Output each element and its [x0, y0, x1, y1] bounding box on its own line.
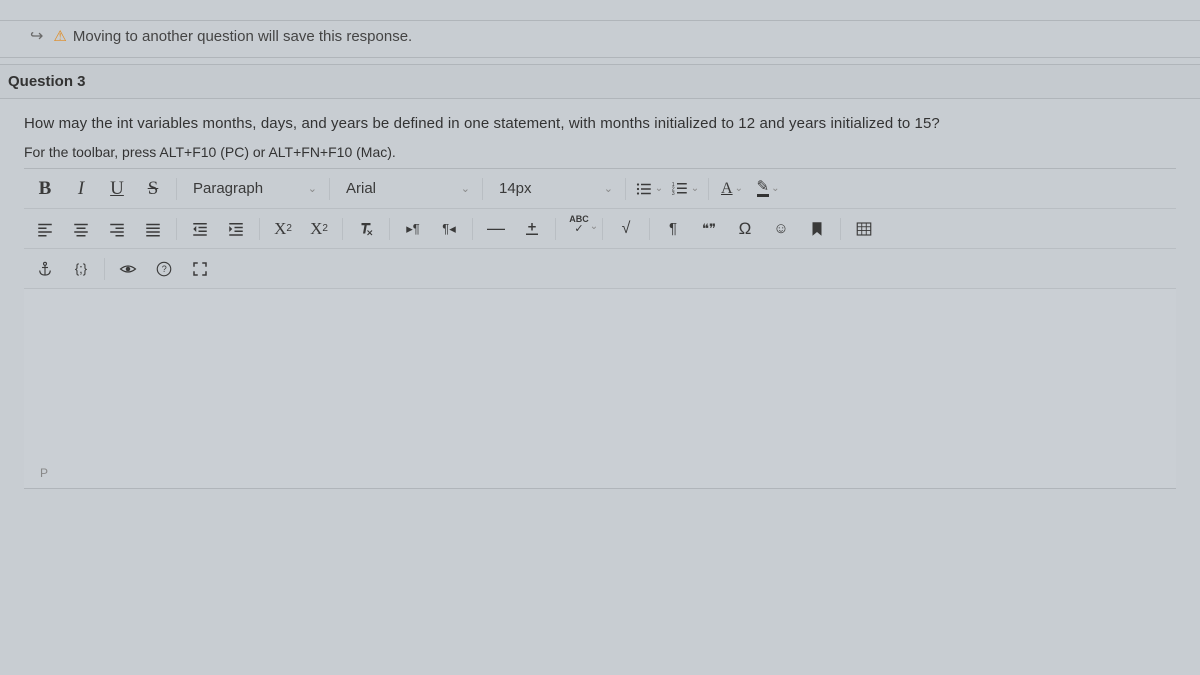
separator — [176, 178, 177, 200]
code-button[interactable]: {;} — [64, 254, 98, 284]
align-center-button[interactable] — [64, 214, 98, 244]
number-list-icon: 123 — [671, 180, 689, 198]
toolbar-hint: For the toolbar, press ALT+F10 (PC) or A… — [24, 144, 1176, 160]
insert-plus-icon — [523, 220, 541, 238]
bold-button[interactable]: B — [28, 174, 62, 204]
chevron-down-icon: ⌄ — [604, 182, 613, 195]
paragraph-select-label: Paragraph — [193, 180, 263, 197]
strikethrough-button[interactable]: S — [136, 174, 170, 204]
font-select[interactable]: Arial ⌄ — [336, 174, 476, 204]
preview-button[interactable] — [111, 254, 145, 284]
table-button[interactable] — [847, 214, 881, 244]
highlight-icon: ✎ — [757, 180, 770, 197]
separator — [389, 218, 390, 240]
indent-button[interactable] — [219, 214, 253, 244]
bullet-list-button[interactable]: ⌄ — [632, 174, 666, 204]
help-button[interactable]: ? — [147, 254, 181, 284]
spellcheck-label: ABC — [569, 214, 589, 224]
chevron-down-icon: ⌄ — [308, 182, 317, 195]
spellcheck-button[interactable]: ABC ✓ ⌄ — [562, 214, 596, 244]
question-header: Question 3 — [0, 64, 1200, 99]
bullet-list-icon — [635, 180, 653, 198]
clear-formatting-button[interactable] — [349, 214, 383, 244]
question-title: Question 3 — [8, 73, 86, 90]
align-left-icon — [36, 220, 54, 238]
font-color-button[interactable]: A ⌄ — [715, 174, 749, 204]
align-right-icon — [108, 220, 126, 238]
blockquote-button[interactable]: ❝❞ — [692, 214, 726, 244]
separator — [555, 218, 556, 240]
special-char-button[interactable]: Ω — [728, 214, 762, 244]
superscript-button[interactable]: X2 — [266, 214, 300, 244]
separator — [104, 258, 105, 280]
align-right-button[interactable] — [100, 214, 134, 244]
rtl-button[interactable]: ¶◂ — [432, 214, 466, 244]
align-center-icon — [72, 220, 90, 238]
hr-button[interactable]: — — [479, 214, 513, 244]
math-button[interactable]: √ — [609, 214, 643, 244]
outdent-button[interactable] — [183, 214, 217, 244]
number-list-button[interactable]: 123 ⌄ — [668, 174, 702, 204]
paragraph-select[interactable]: Paragraph ⌄ — [183, 174, 323, 204]
chevron-down-icon: ⌄ — [735, 183, 743, 194]
italic-button[interactable]: I — [64, 174, 98, 204]
insert-button[interactable] — [515, 214, 549, 244]
font-color-label: A — [721, 180, 733, 198]
separator — [342, 218, 343, 240]
bookmark-icon — [808, 220, 826, 238]
highlight-button[interactable]: ✎ ⌄ — [751, 174, 785, 204]
indent-icon — [227, 220, 245, 238]
chevron-down-icon: ⌄ — [655, 183, 663, 194]
separator — [329, 178, 330, 200]
underline-button[interactable]: U — [100, 174, 134, 204]
chevron-down-icon: ⌄ — [590, 222, 598, 232]
fullscreen-icon — [191, 260, 209, 278]
toolbar-row-1: B I U S Paragraph ⌄ Arial ⌄ 14px ⌄ — [24, 169, 1176, 209]
eye-icon — [119, 260, 137, 278]
reply-arrow-icon: ↩ — [30, 26, 43, 46]
editor-toolbar: B I U S Paragraph ⌄ Arial ⌄ 14px ⌄ — [24, 168, 1176, 289]
warning-bar: ↩ ⚠ Moving to another question will save… — [0, 20, 1200, 58]
clear-formatting-icon — [357, 220, 375, 238]
editor-textarea[interactable]: P — [24, 289, 1176, 489]
size-select[interactable]: 14px ⌄ — [489, 174, 619, 204]
ltr-button[interactable]: ▸¶ — [396, 214, 430, 244]
separator — [840, 218, 841, 240]
toolbar-row-3: {;} ? — [24, 249, 1176, 289]
anchor-icon — [36, 260, 54, 278]
separator — [649, 218, 650, 240]
separator — [472, 218, 473, 240]
separator — [708, 178, 709, 200]
font-select-label: Arial — [346, 180, 376, 197]
help-icon: ? — [155, 260, 173, 278]
subscript-button[interactable]: X2 — [302, 214, 336, 244]
separator — [602, 218, 603, 240]
table-icon — [855, 220, 873, 238]
separator — [176, 218, 177, 240]
size-select-label: 14px — [499, 180, 532, 197]
chevron-down-icon: ⌄ — [461, 182, 470, 195]
svg-text:?: ? — [162, 264, 167, 274]
chevron-down-icon: ⌄ — [771, 183, 779, 194]
show-para-button[interactable]: ¶ — [656, 214, 690, 244]
warning-text: Moving to another question will save thi… — [73, 28, 412, 45]
separator — [482, 178, 483, 200]
bookmark-button[interactable] — [800, 214, 834, 244]
align-left-button[interactable] — [28, 214, 62, 244]
question-text: How may the int variables months, days, … — [24, 115, 1176, 132]
separator — [259, 218, 260, 240]
align-justify-icon — [144, 220, 162, 238]
svg-text:3: 3 — [672, 191, 675, 197]
outdent-icon — [191, 220, 209, 238]
emoji-button[interactable]: ☺ — [764, 214, 798, 244]
editor-path: P — [40, 466, 48, 480]
separator — [625, 178, 626, 200]
toolbar-row-2: X2 X2 ▸¶ ¶◂ — ABC ✓ ⌄ — [24, 209, 1176, 249]
align-justify-button[interactable] — [136, 214, 170, 244]
fullscreen-button[interactable] — [183, 254, 217, 284]
warning-icon: ⚠ — [53, 27, 66, 45]
chevron-down-icon: ⌄ — [691, 183, 699, 194]
anchor-button[interactable] — [28, 254, 62, 284]
